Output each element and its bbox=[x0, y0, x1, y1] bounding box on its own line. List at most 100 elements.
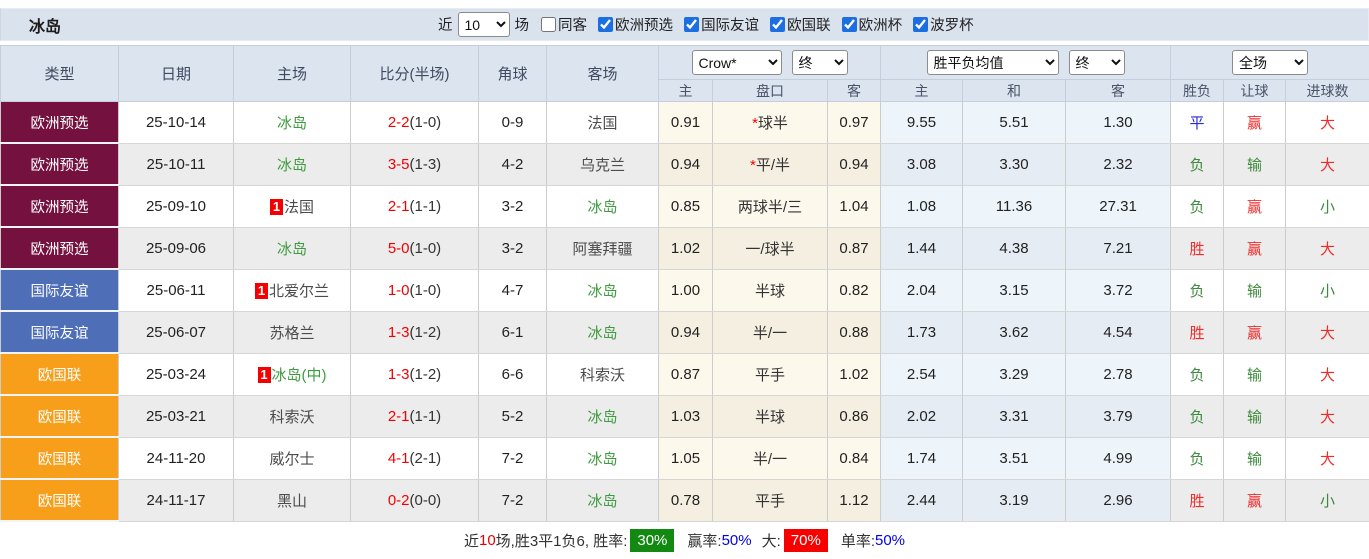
league-filter-label: 欧国联 bbox=[787, 14, 831, 35]
home-team-name[interactable]: 冰岛 bbox=[277, 241, 307, 258]
league-filter[interactable]: 国际友谊 bbox=[684, 14, 759, 35]
away-team-name[interactable]: 冰岛 bbox=[587, 199, 617, 216]
handicap-text: 球半 bbox=[758, 115, 788, 132]
handicap-text: 半球 bbox=[755, 283, 785, 300]
league-filter-checkbox[interactable] bbox=[770, 17, 785, 32]
halftime-score: (1-0) bbox=[410, 114, 442, 131]
league-filter-checkbox[interactable] bbox=[598, 17, 613, 32]
result-wdl: 负 bbox=[1171, 395, 1224, 437]
home-team-name[interactable]: 法国 bbox=[284, 199, 314, 216]
scope-select[interactable]: 全场 bbox=[1232, 50, 1308, 75]
league-filter-checkbox[interactable] bbox=[842, 17, 857, 32]
away-team-name[interactable]: 冰岛 bbox=[587, 325, 617, 342]
away-team-name[interactable]: 阿塞拜疆 bbox=[572, 241, 632, 258]
home-team[interactable]: 冰岛 bbox=[234, 102, 351, 144]
match-date: 25-10-14 bbox=[119, 102, 234, 144]
away-team[interactable]: 科索沃 bbox=[547, 353, 659, 395]
result-wdl: 平 bbox=[1171, 102, 1224, 144]
corner-score: 3-2 bbox=[479, 185, 547, 227]
league-filter-label: 欧洲预选 bbox=[615, 14, 673, 35]
away-team-name[interactable]: 乌克兰 bbox=[580, 157, 625, 174]
away-team[interactable]: 乌克兰 bbox=[547, 143, 659, 185]
bookmaker-select[interactable]: Crow* bbox=[692, 50, 782, 75]
home-team-name[interactable]: 冰岛 bbox=[277, 115, 307, 132]
match-row: 国际友谊 25-06-07 苏格兰 1-3(1-2) 6-1 冰岛 0.94 半… bbox=[1, 311, 1369, 353]
crow-home-odds: 1.05 bbox=[659, 437, 713, 479]
crow-home-odds: 1.02 bbox=[659, 227, 713, 269]
crow-final-select[interactable]: 终 bbox=[792, 50, 848, 75]
league-filter[interactable]: 波罗杯 bbox=[913, 14, 974, 35]
away-team-name[interactable]: 冰岛 bbox=[587, 493, 617, 510]
summary-bar: 近10场,胜3平1负6, 胜率: 30% 赢率:50% 大: 70% 单率:50… bbox=[0, 522, 1369, 559]
crow-home-odds: 0.94 bbox=[659, 311, 713, 353]
home-team-name[interactable]: 黑山 bbox=[277, 493, 307, 510]
home-team-name[interactable]: 科索沃 bbox=[269, 409, 314, 426]
away-team-name[interactable]: 法国 bbox=[587, 115, 617, 132]
home-team[interactable]: 1北爱尔兰 bbox=[234, 269, 351, 311]
away-team-name[interactable]: 冰岛 bbox=[587, 409, 617, 426]
avg-final-select[interactable]: 终 bbox=[1069, 50, 1125, 75]
crow-handicap: *平/半 bbox=[713, 143, 828, 185]
avg-home-odds: 2.02 bbox=[881, 395, 963, 437]
avg-home-odds: 1.44 bbox=[881, 227, 963, 269]
match-date: 25-03-24 bbox=[119, 353, 234, 395]
halftime-score: (1-0) bbox=[410, 240, 442, 257]
away-team-name[interactable]: 科索沃 bbox=[580, 367, 625, 384]
away-team[interactable]: 冰岛 bbox=[547, 311, 659, 353]
league-filter-checkbox[interactable] bbox=[541, 17, 556, 32]
league-filter[interactable]: 欧洲预选 bbox=[598, 14, 673, 35]
score-cell: 1-3(1-2) bbox=[351, 353, 479, 395]
home-team-name[interactable]: 冰岛 bbox=[277, 157, 307, 174]
league-filter-label: 国际友谊 bbox=[701, 14, 759, 35]
avg-odds-select[interactable]: 胜平负均值 bbox=[927, 50, 1059, 75]
home-team-name[interactable]: 冰岛(中) bbox=[272, 367, 327, 384]
league-filter[interactable]: 同客 bbox=[541, 14, 587, 35]
home-team-name[interactable]: 北爱尔兰 bbox=[269, 283, 329, 300]
score-cell: 2-2(1-0) bbox=[351, 102, 479, 144]
away-team[interactable]: 冰岛 bbox=[547, 437, 659, 479]
subheader-avg-home: 主 bbox=[881, 80, 963, 102]
halftime-score: (1-1) bbox=[410, 198, 442, 215]
away-team[interactable]: 冰岛 bbox=[547, 269, 659, 311]
league-filter[interactable]: 欧国联 bbox=[770, 14, 831, 35]
crow-handicap: 半/一 bbox=[713, 437, 828, 479]
avg-draw-odds: 3.29 bbox=[963, 353, 1066, 395]
away-team[interactable]: 冰岛 bbox=[547, 395, 659, 437]
home-team[interactable]: 威尔士 bbox=[234, 437, 351, 479]
crow-away-odds: 0.86 bbox=[828, 395, 881, 437]
league-filter-checkbox[interactable] bbox=[913, 17, 928, 32]
recent-count-select[interactable]: 10 bbox=[458, 12, 510, 37]
home-team[interactable]: 苏格兰 bbox=[234, 311, 351, 353]
recent-label: 近 bbox=[438, 14, 453, 35]
result-handicap: 赢 bbox=[1224, 102, 1286, 144]
away-team[interactable]: 冰岛 bbox=[547, 185, 659, 227]
subheader-crow-home: 主 bbox=[659, 80, 713, 102]
home-team[interactable]: 1冰岛(中) bbox=[234, 353, 351, 395]
filter-controls: 近 10 场 同客 欧洲预选 国际友谊 欧国联 欧洲杯 波罗杯 bbox=[438, 9, 974, 40]
result-goals: 小 bbox=[1286, 185, 1369, 227]
crow-home-odds: 0.94 bbox=[659, 143, 713, 185]
avg-away-odds: 4.54 bbox=[1066, 311, 1171, 353]
home-team-name[interactable]: 威尔士 bbox=[269, 451, 314, 468]
away-team[interactable]: 阿塞拜疆 bbox=[547, 227, 659, 269]
avg-away-odds: 3.79 bbox=[1066, 395, 1171, 437]
home-team[interactable]: 冰岛 bbox=[234, 143, 351, 185]
avg-select-group: 胜平负均值 终 bbox=[881, 46, 1171, 80]
crow-away-odds: 0.87 bbox=[828, 227, 881, 269]
avg-away-odds: 27.31 bbox=[1066, 185, 1171, 227]
away-team[interactable]: 冰岛 bbox=[547, 479, 659, 521]
away-team[interactable]: 法国 bbox=[547, 102, 659, 144]
league-filter-checkbox[interactable] bbox=[684, 17, 699, 32]
result-handicap: 赢 bbox=[1224, 185, 1286, 227]
away-team-name[interactable]: 冰岛 bbox=[587, 283, 617, 300]
home-team[interactable]: 1法国 bbox=[234, 185, 351, 227]
league-filter[interactable]: 欧洲杯 bbox=[842, 14, 903, 35]
home-team-name[interactable]: 苏格兰 bbox=[269, 325, 314, 342]
home-team[interactable]: 科索沃 bbox=[234, 395, 351, 437]
home-team[interactable]: 冰岛 bbox=[234, 227, 351, 269]
league-name: 欧洲预选 bbox=[31, 242, 89, 258]
away-team-name[interactable]: 冰岛 bbox=[587, 451, 617, 468]
result-wdl: 胜 bbox=[1171, 479, 1224, 521]
home-team[interactable]: 黑山 bbox=[234, 479, 351, 521]
league-filter-group: 同客 欧洲预选 国际友谊 欧国联 欧洲杯 波罗杯 bbox=[529, 14, 974, 36]
